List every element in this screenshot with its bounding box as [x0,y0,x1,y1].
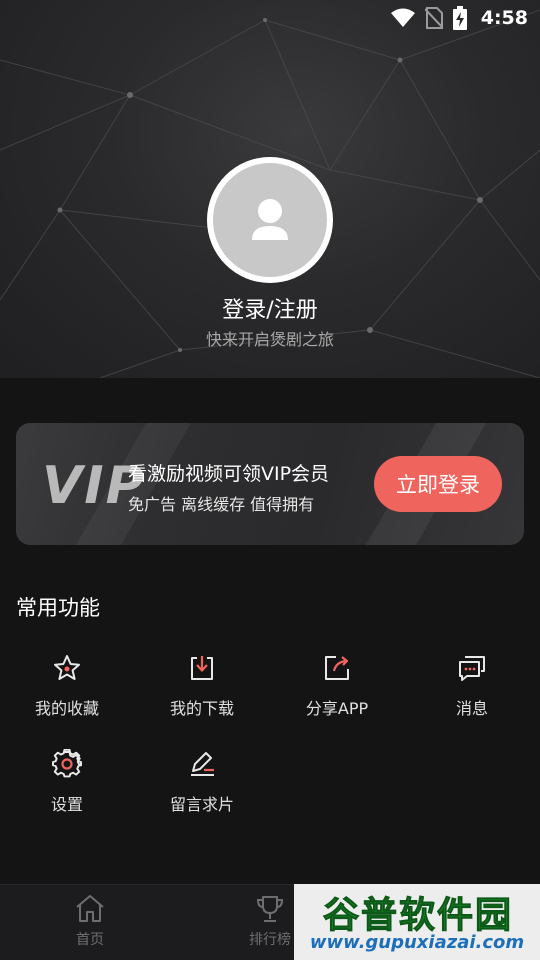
favorites-label: 我的收藏 [34,699,99,718]
share-app-label: 分享APP [305,699,369,718]
wifi-icon [390,8,415,27]
request-movie-item[interactable]: 留言求片 [137,749,267,829]
share-app-item[interactable]: 分享APP [272,653,402,733]
login-now-button[interactable]: 立即登录 [374,456,502,512]
login-register-link[interactable]: 登录/注册 [0,292,540,324]
tab-home-label: 首页 [76,932,104,948]
no-sim-icon [424,7,443,29]
message-icon [459,656,485,681]
vip-promo-card[interactable]: VIP 看激励视频可领VIP会员 免广告 离线缓存 值得拥有 立即登录 [16,423,524,545]
trophy-icon [256,896,284,922]
watermark-url: www.gupuxiazai.com [309,932,525,953]
downloads-item[interactable]: 我的下载 [137,653,267,733]
settings-label: 设置 [50,795,83,814]
downloads-label: 我的下载 [169,699,234,718]
user-icon [252,199,288,240]
request-movie-label: 留言求片 [169,795,234,814]
status-bar: 4:58 [0,0,540,36]
login-subtitle: 快来开启煲剧之旅 [205,330,334,349]
tab-home[interactable]: 首页 [45,893,135,957]
watermark-title: 谷普软件园 [322,895,513,937]
home-icon [76,895,104,922]
edit-pen-icon [191,752,214,776]
section-title: 常用功能 [16,596,100,620]
star-icon [54,655,80,680]
status-time: 4:58 [480,7,528,29]
messages-item[interactable]: 消息 [407,653,537,733]
download-icon [191,656,213,680]
profile-header: 4:58 登录/注册 快来开启煲剧之旅 [0,0,540,378]
share-icon [325,656,349,680]
vip-description: 免广告 离线缓存 值得拥有 [128,495,315,514]
settings-gear-icon [52,749,82,778]
favorites-item[interactable]: 我的收藏 [2,653,132,733]
vip-title: 看激励视频可领VIP会员 [128,463,330,485]
avatar[interactable] [207,157,333,283]
avatar-placeholder [213,163,327,277]
battery-charging-icon [452,6,467,30]
messages-label: 消息 [455,699,488,718]
settings-item[interactable]: 设置 [2,749,132,829]
watermark-overlay: 谷普软件园 www.gupuxiazai.com [294,884,540,960]
